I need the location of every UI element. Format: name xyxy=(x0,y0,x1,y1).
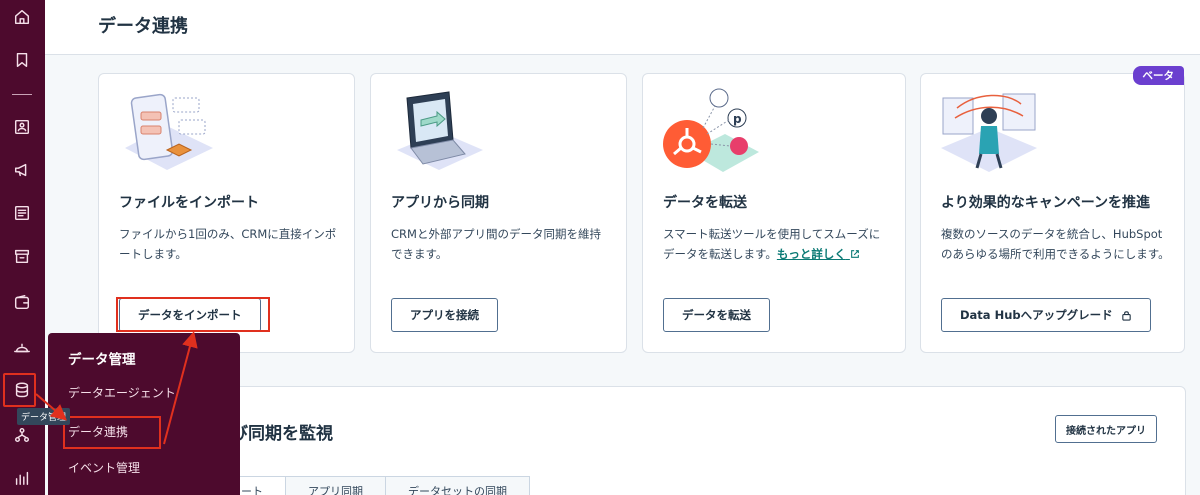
flyout-item-event-management[interactable]: イベント管理 xyxy=(68,459,140,476)
sync-apps-card: アプリから同期 CRMと外部アプリ間のデータ同期を維持できます。 アプリを接続 xyxy=(370,73,627,353)
card-title: より効果的なキャンペーンを推進 xyxy=(941,195,1151,211)
card-description: ファイルから1回のみ、CRMに直接インポートします。 xyxy=(119,227,337,261)
laptop-sync-illustration-icon xyxy=(397,91,483,170)
tab-dataset-sync[interactable]: データセットの同期 xyxy=(385,476,530,495)
beta-badge: ベータ xyxy=(1132,66,1184,85)
card-title: データを転送 xyxy=(663,195,747,211)
flyout-item-data-agent[interactable]: データエージェント xyxy=(68,384,176,401)
campaign-illustration-icon xyxy=(941,93,1037,172)
annotation-highlight-box xyxy=(63,416,161,449)
service-icon[interactable] xyxy=(8,333,36,361)
import-illustration-icon xyxy=(125,93,213,170)
annotation-highlight-box xyxy=(116,297,270,332)
tab-app-sync[interactable]: アプリ同期 xyxy=(285,476,386,495)
card-title: アプリから同期 xyxy=(391,195,489,211)
bookmark-icon[interactable] xyxy=(8,46,36,74)
svg-text:p: p xyxy=(733,112,742,126)
upgrade-data-hub-button[interactable]: Data Hubへアップグレード xyxy=(941,298,1151,332)
nav-tooltip: データ管理 xyxy=(17,408,71,425)
monitor-tabs: ート アプリ同期 データセットの同期 xyxy=(218,476,530,495)
contacts-icon[interactable] xyxy=(8,113,36,141)
commerce-icon[interactable] xyxy=(8,242,36,270)
connected-apps-button[interactable]: 接続されたアプリ xyxy=(1055,415,1157,443)
button-label: アプリを接続 xyxy=(410,308,479,322)
flyout-title: データ管理 xyxy=(68,352,136,368)
card-description: 複数のソースのデータを統合し、HubSpotのあらゆる場所で利用できるようにしま… xyxy=(941,227,1170,261)
rail-divider xyxy=(12,94,32,95)
workflow-icon[interactable] xyxy=(8,421,36,449)
card-description: スマート転送ツールを使用してスムーズにデータを転送します。もっと詳しく xyxy=(663,224,891,264)
sync-monitor-panel: び同期を監視 接続されたアプリ ート アプリ同期 データセットの同期 xyxy=(98,386,1186,495)
transfer-data-button[interactable]: データを転送 xyxy=(663,298,770,332)
data-management-flyout: データ管理 データエージェント データ連携 イベント管理 xyxy=(48,333,240,495)
active-nav-highlight xyxy=(3,373,36,407)
page-title: データ連携 xyxy=(98,16,188,37)
home-icon[interactable] xyxy=(8,3,36,31)
document-icon[interactable] xyxy=(8,199,36,227)
lock-icon xyxy=(1121,310,1131,321)
transfer-illustration-icon: p xyxy=(663,88,759,172)
chart-icon[interactable] xyxy=(8,464,36,492)
card-title: ファイルをインポート xyxy=(119,195,259,211)
card-description: CRMと外部アプリ間のデータ同期を維持できます。 xyxy=(391,227,601,261)
external-link-icon xyxy=(851,250,859,258)
learn-more-link[interactable]: もっと詳しく xyxy=(777,247,860,261)
link-label: もっと詳しく xyxy=(776,247,846,261)
megaphone-icon[interactable] xyxy=(8,156,36,184)
button-label: データを転送 xyxy=(682,308,751,322)
panel-title: び同期を監視 xyxy=(231,424,333,444)
page-header: データ連携 xyxy=(45,0,1200,55)
wallet-icon[interactable] xyxy=(8,288,36,316)
button-label: Data Hubへアップグレード xyxy=(960,308,1113,322)
transfer-data-card: p データを転送 スマート転送ツールを使用してスムーズにデータを転送します。もっ… xyxy=(642,73,906,353)
campaign-card: ベータ より効果的なキャンペーンを推進 複数のソースのデータを統合し、HubSp… xyxy=(920,66,1185,353)
connect-app-button[interactable]: アプリを接続 xyxy=(391,298,498,332)
